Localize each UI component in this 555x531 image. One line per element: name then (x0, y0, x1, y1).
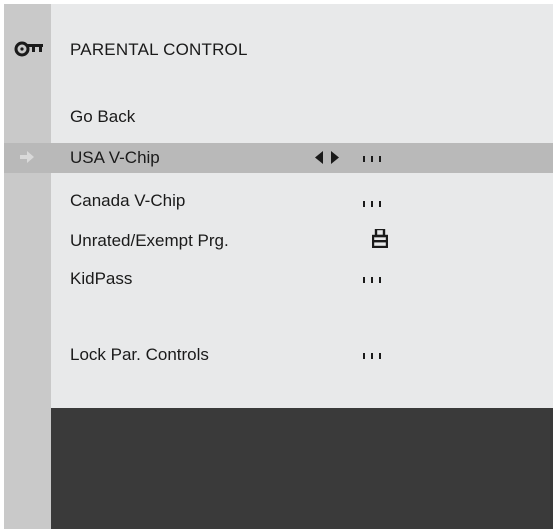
tv-osd-screen: PARENTAL CONTROL Go Back USA V-Chip Cana… (4, 4, 553, 529)
dots-icon (363, 277, 381, 283)
menu-item-go-back[interactable]: Go Back (4, 102, 553, 132)
key-icon (14, 41, 43, 57)
selection-arrow-icon (20, 151, 34, 163)
menu-item-label: Unrated/Exempt Prg. (70, 231, 229, 250)
menu-item-canada-v-chip[interactable]: Canada V-Chip (4, 186, 553, 216)
menu-item-label: KidPass (70, 269, 133, 288)
page-title: PARENTAL CONTROL (70, 40, 248, 59)
menu-item-label: Lock Par. Controls (70, 345, 209, 364)
menu-item-kidpass[interactable]: KidPass (4, 264, 553, 294)
menu-item-unrated-exempt[interactable]: Unrated/Exempt Prg. (4, 226, 553, 256)
menu-item-usa-v-chip[interactable]: USA V-Chip (4, 143, 553, 173)
menu-item-label: Canada V-Chip (70, 191, 186, 210)
dots-icon (363, 156, 381, 162)
menu-item-label: Go Back (70, 107, 136, 126)
info-footer-panel (51, 408, 553, 529)
left-right-arrows-icon[interactable] (315, 151, 339, 164)
dots-icon (363, 353, 381, 359)
dots-icon (363, 201, 381, 207)
menu-item-lock-par-controls[interactable]: Lock Par. Controls (4, 340, 553, 370)
lock-icon (372, 229, 388, 248)
menu-header: PARENTAL CONTROL (4, 34, 553, 64)
menu-item-label: USA V-Chip (70, 148, 160, 167)
